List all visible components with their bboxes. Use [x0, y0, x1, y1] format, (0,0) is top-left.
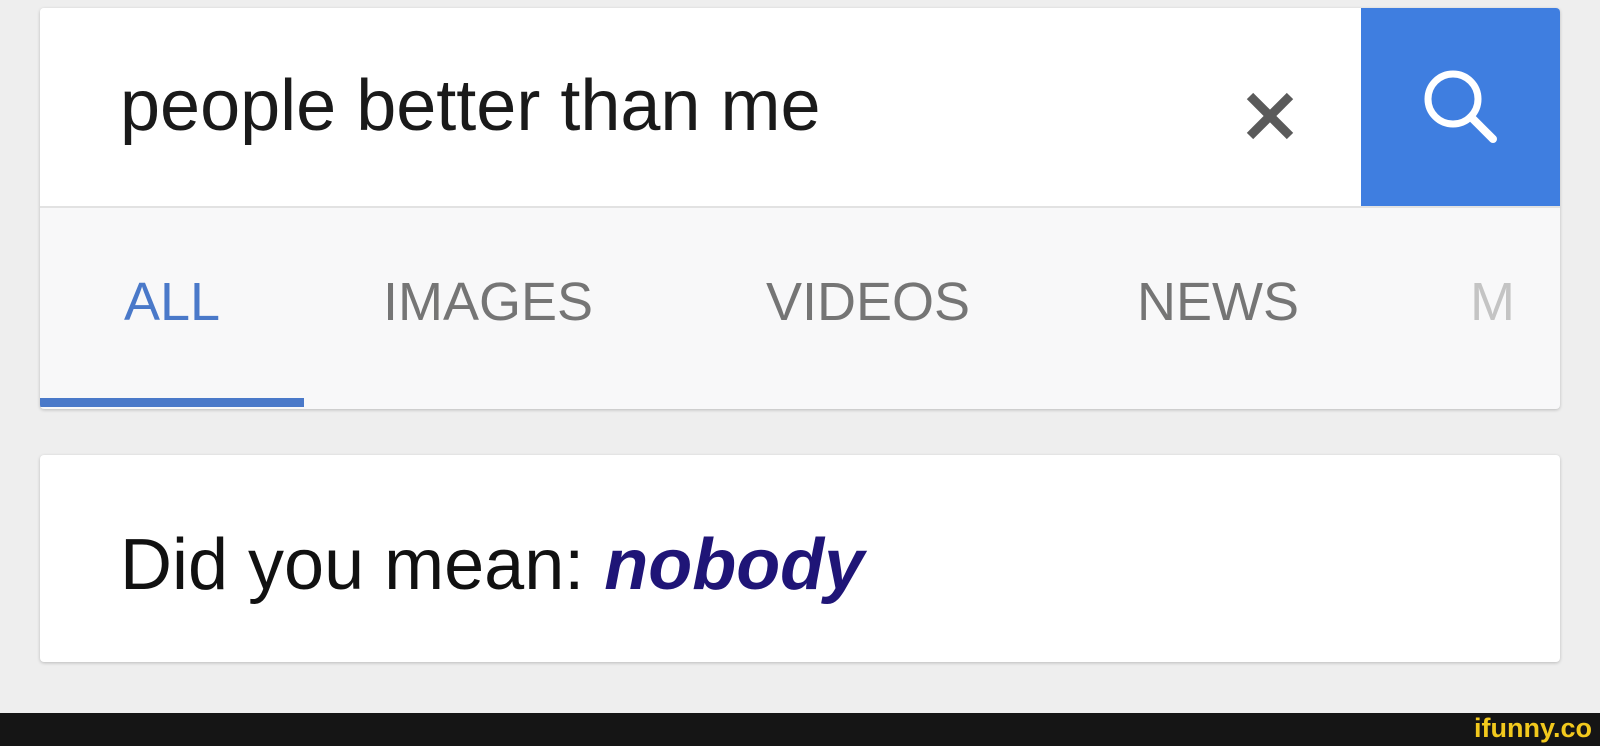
search-input[interactable]: people better than me: [120, 66, 821, 146]
did-you-mean-prefix: Did you mean:: [120, 525, 605, 605]
tab-images[interactable]: IMAGES: [383, 270, 593, 334]
search-tabs: ALL IMAGES VIDEOS NEWS M: [40, 208, 1560, 409]
suggestion-card: Did you mean: nobody: [40, 455, 1560, 662]
close-icon: [1246, 92, 1294, 140]
tab-videos[interactable]: VIDEOS: [766, 270, 970, 334]
watermark-logo: ifunny.co: [1474, 713, 1592, 743]
clear-search-button[interactable]: [1220, 66, 1320, 166]
search-icon: [1424, 70, 1497, 143]
watermark-bar: ifunny.co: [0, 713, 1600, 746]
tab-more-clipped[interactable]: M: [1470, 270, 1520, 334]
tab-news[interactable]: NEWS: [1137, 270, 1299, 334]
did-you-mean: Did you mean: nobody: [120, 525, 864, 605]
tab-more-label: M: [1470, 272, 1515, 332]
search-card: people better than me ALL IMAGES VIDEOS …: [40, 8, 1560, 409]
tab-all[interactable]: ALL: [124, 270, 220, 334]
search-button[interactable]: [1361, 8, 1560, 206]
search-bar: people better than me: [40, 8, 1560, 208]
active-tab-indicator: [40, 398, 304, 407]
suggested-query-link[interactable]: nobody: [604, 525, 864, 605]
